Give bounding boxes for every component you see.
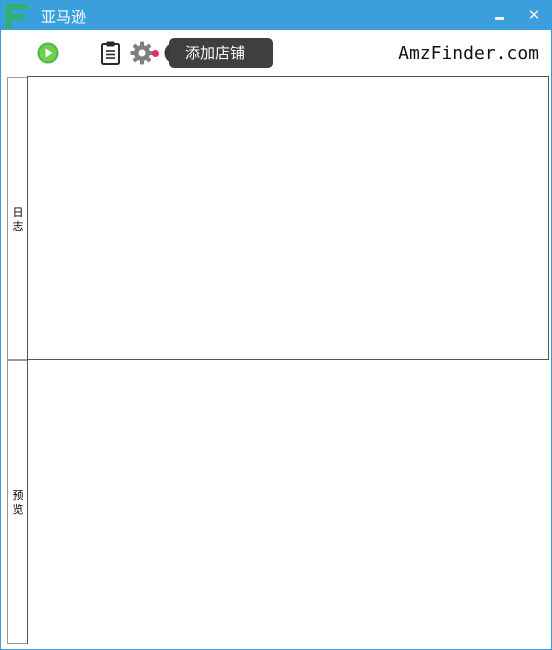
add-store-tooltip: 添加店铺 — [169, 38, 273, 68]
close-button[interactable]: ✕ — [523, 5, 545, 25]
window-title: 亚马逊 — [41, 8, 87, 26]
log-pane[interactable] — [27, 76, 549, 360]
brand-link[interactable]: AmzFinder.com — [398, 43, 539, 64]
preview-pane[interactable] — [27, 360, 549, 644]
toolbar: 添加店铺 AmzFinder.com — [1, 30, 551, 76]
clipboard-icon[interactable] — [100, 41, 121, 65]
panels-area: 日志 预览 — [7, 76, 549, 644]
close-icon: ✕ — [527, 6, 541, 24]
play-icon[interactable] — [37, 42, 59, 64]
title-bar[interactable]: 亚马逊 ✕ — [1, 1, 551, 30]
app-window: 亚马逊 ✕ 添加店铺 AmzFinder.com 日志 预览 — [0, 0, 552, 650]
notification-dot — [152, 50, 159, 57]
app-logo — [3, 3, 31, 29]
gear-icon[interactable] — [130, 41, 154, 65]
tab-preview[interactable]: 预览 — [7, 360, 27, 644]
tab-preview-label: 预览 — [12, 489, 24, 516]
tab-log-label: 日志 — [12, 206, 24, 233]
tab-log[interactable]: 日志 — [7, 77, 27, 360]
minimize-button[interactable] — [489, 5, 511, 25]
minimize-icon — [495, 17, 504, 20]
